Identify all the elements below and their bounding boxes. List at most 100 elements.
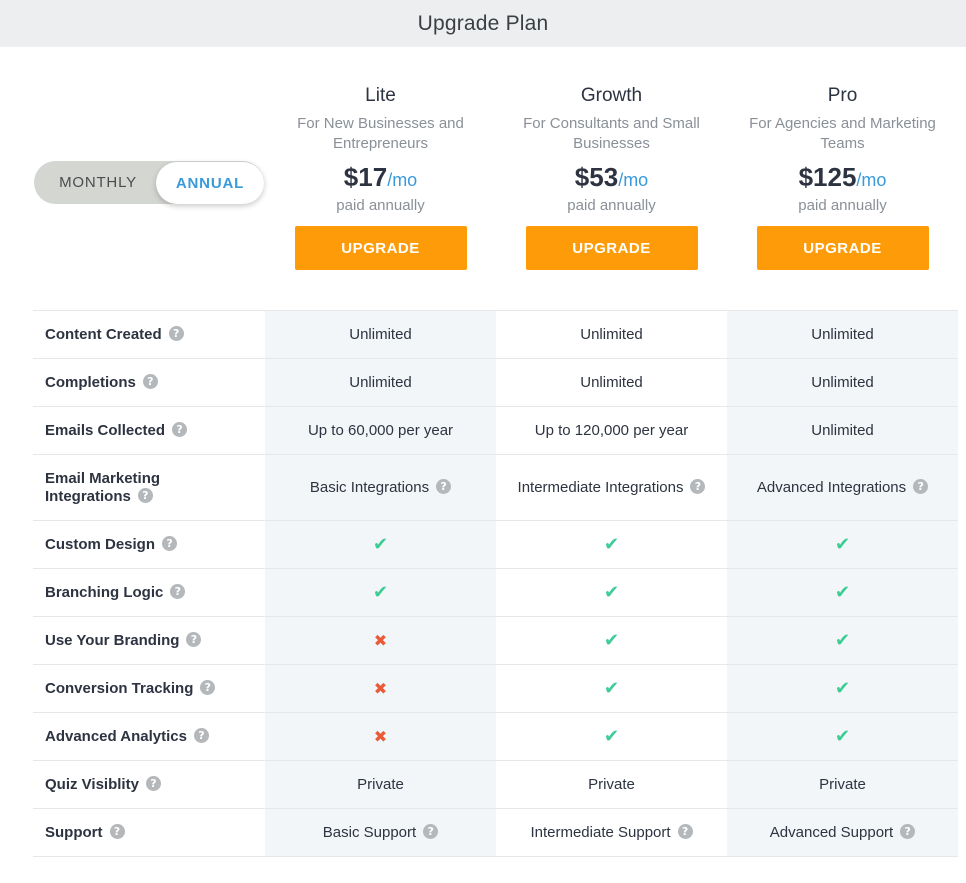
- question-circle-icon[interactable]: ?: [172, 422, 188, 438]
- feature-label: Custom Design?: [33, 521, 265, 568]
- cross-icon: ✖: [373, 727, 388, 746]
- feature-label: Emails Collected?: [33, 407, 265, 454]
- feature-value: Unlimited: [811, 326, 874, 343]
- feature-label: Use Your Branding?: [33, 617, 265, 664]
- plan-price: $125: [798, 162, 857, 192]
- billing-monthly-option[interactable]: MONTHLY: [34, 161, 162, 204]
- check-icon: ✔: [603, 678, 620, 699]
- table-row: Use Your Branding? ✖ ✔ ✔: [33, 617, 958, 665]
- plan-description: For Consultants and Small Businesses: [523, 115, 700, 152]
- feature-value-cell: Private: [265, 761, 496, 808]
- plan-price-row: $53/mo: [496, 162, 727, 196]
- check-icon: ✔: [372, 582, 389, 603]
- feature-value: Private: [819, 776, 866, 793]
- feature-label-text: Quiz Visiblity: [45, 775, 139, 793]
- feature-label-text: Conversion Tracking: [45, 679, 194, 697]
- check-icon: ✔: [372, 534, 389, 555]
- feature-value-cell: Unlimited: [265, 311, 496, 358]
- plan-name: Lite: [365, 85, 396, 106]
- question-circle-icon[interactable]: ?: [170, 584, 186, 600]
- plan-name: Growth: [580, 85, 643, 106]
- question-circle-icon[interactable]: ?: [109, 824, 125, 840]
- feature-value: Private: [588, 776, 635, 793]
- check-icon: ✔: [603, 582, 620, 603]
- table-row: Support? Basic Support? Intermediate Suppo…: [33, 809, 958, 857]
- feature-value-cell: Intermediate Support?: [496, 809, 727, 856]
- plan-lite: Lite For New Businesses and Entrepreneur…: [265, 85, 496, 270]
- feature-value: Intermediate Support: [530, 824, 671, 841]
- upgrade-pro-button[interactable]: UPGRADE: [756, 226, 929, 270]
- question-circle-icon[interactable]: ?: [900, 824, 916, 839]
- question-circle-icon[interactable]: ?: [677, 824, 693, 839]
- table-row: Completions? Unlimited Unlimited Unlimited: [33, 359, 958, 407]
- feature-value-cell: Advanced Integrations?: [727, 455, 958, 520]
- feature-value-cell: ✔: [496, 617, 727, 664]
- question-circle-icon[interactable]: ?: [436, 479, 452, 494]
- plan-description: For New Businesses and Entrepreneurs: [297, 115, 464, 152]
- billing-toggle[interactable]: MONTHLY ANNUAL: [34, 161, 264, 204]
- feature-value: Unlimited: [349, 326, 412, 343]
- plan-growth: Growth For Consultants and Small Busines…: [496, 85, 727, 270]
- upgrade-growth-button[interactable]: UPGRADE: [525, 226, 698, 270]
- feature-label-text: Custom Design: [45, 535, 156, 553]
- feature-value: Up to 60,000 per year: [307, 422, 454, 439]
- feature-label-text: Emails Collected: [45, 421, 166, 439]
- feature-value-cell: Up to 120,000 per year: [496, 407, 727, 454]
- question-circle-icon[interactable]: ?: [200, 680, 216, 696]
- plan-description: For Agencies and Marketing Teams: [749, 115, 936, 152]
- plan-billing-note: paid annually: [336, 197, 425, 214]
- plan-price-unit: /mo: [856, 170, 887, 190]
- check-icon: ✔: [834, 534, 851, 555]
- cross-icon: ✖: [373, 631, 388, 650]
- feature-value: Up to 120,000 per year: [534, 422, 689, 439]
- feature-value-cell: ✔: [727, 713, 958, 760]
- feature-label: Conversion Tracking?: [33, 665, 265, 712]
- feature-value-cell: ✔: [727, 569, 958, 616]
- feature-value-cell: Unlimited: [265, 359, 496, 406]
- feature-label: Email Marketing Integrations?: [33, 455, 265, 520]
- question-circle-icon[interactable]: ?: [186, 632, 202, 648]
- check-icon: ✔: [834, 678, 851, 699]
- question-circle-icon[interactable]: ?: [913, 479, 929, 494]
- plan-billing-note: paid annually: [567, 197, 656, 214]
- question-circle-icon[interactable]: ?: [423, 824, 439, 839]
- billing-annual-option[interactable]: ANNUAL: [156, 162, 264, 204]
- table-row: Email Marketing Integrations? Basic Integ…: [33, 455, 958, 521]
- feature-value: Unlimited: [580, 326, 643, 343]
- question-circle-icon[interactable]: ?: [162, 536, 178, 552]
- feature-value-cell: Intermediate Integrations?: [496, 455, 727, 520]
- upgrade-lite-button[interactable]: UPGRADE: [294, 226, 467, 270]
- question-circle-icon[interactable]: ?: [145, 776, 161, 792]
- question-circle-icon[interactable]: ?: [194, 728, 209, 744]
- feature-value-cell: ✖: [265, 665, 496, 712]
- question-circle-icon[interactable]: ?: [690, 479, 706, 494]
- feature-value-cell: Basic Support?: [265, 809, 496, 856]
- feature-value: Unlimited: [580, 374, 643, 391]
- check-icon: ✔: [834, 582, 851, 603]
- feature-value: Unlimited: [811, 374, 874, 391]
- question-circle-icon[interactable]: ?: [168, 326, 184, 342]
- feature-value: Unlimited: [811, 422, 874, 439]
- feature-label-text: Branching Logic: [45, 583, 164, 601]
- plan-price: $53: [574, 162, 619, 192]
- feature-label-text: Content Created: [45, 325, 162, 343]
- feature-value-cell: ✔: [496, 713, 727, 760]
- feature-value-cell: Private: [727, 761, 958, 808]
- check-icon: ✔: [834, 726, 851, 747]
- feature-value-cell: ✖: [265, 713, 496, 760]
- plan-price-row: $17/mo: [265, 162, 496, 196]
- feature-value-cell: ✔: [727, 665, 958, 712]
- table-row: Quiz Visiblity? Private Private Private: [33, 761, 958, 809]
- table-row: Advanced Analytics? ✖ ✔ ✔: [33, 713, 958, 761]
- feature-value: Advanced Integrations: [756, 479, 907, 496]
- question-circle-icon[interactable]: ?: [142, 374, 158, 390]
- question-circle-icon[interactable]: ?: [137, 488, 153, 504]
- feature-label-text: Use Your Branding: [45, 631, 180, 649]
- plan-name: Pro: [827, 85, 858, 106]
- plan-price-row: $125/mo: [727, 162, 958, 196]
- feature-value-cell: Unlimited: [727, 359, 958, 406]
- table-row: Custom Design? ✔ ✔ ✔: [33, 521, 958, 569]
- feature-label: Support?: [33, 809, 265, 856]
- feature-label-text: Advanced Analytics: [45, 727, 187, 745]
- page-title: Upgrade Plan: [417, 11, 549, 35]
